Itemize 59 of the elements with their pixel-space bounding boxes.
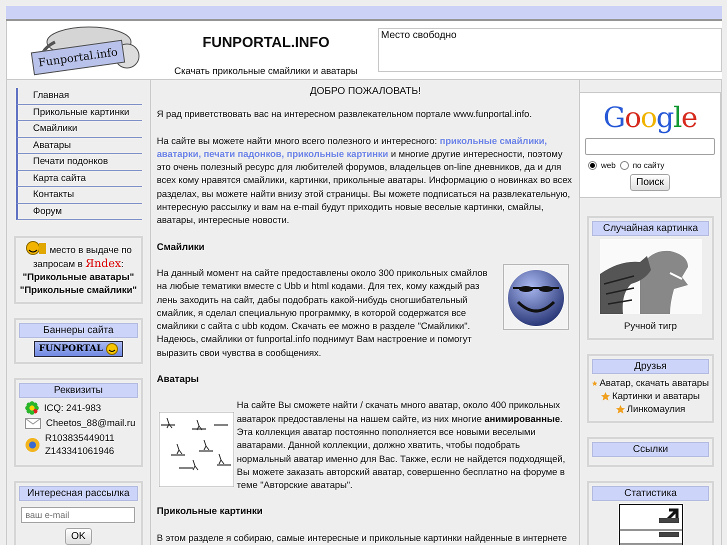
search-button[interactable]: Поиск <box>630 174 670 191</box>
nav-link[interactable]: Аватары <box>16 138 142 154</box>
friend-link[interactable]: Картинки и аватары <box>592 390 709 403</box>
envelope-icon <box>25 418 41 429</box>
flower-icon <box>25 401 39 415</box>
search-engine-logo: Яndex <box>85 257 122 270</box>
box-title: Ссылки <box>592 442 709 457</box>
smiley-icon <box>106 343 118 355</box>
picture-caption: Ручной тигр <box>623 320 678 333</box>
section-title: Смайлики <box>156 240 206 254</box>
colon: : <box>121 259 124 270</box>
site-banner[interactable]: FUNPORTAL <box>34 341 123 357</box>
nav-link[interactable]: Контакты <box>16 187 142 204</box>
query-text: "Прикольные аватары" <box>22 271 136 284</box>
query-text: "Прикольные смайлики" <box>19 284 138 297</box>
site-subtitle: Скачать прикольные смайлики и аватары <box>174 66 358 77</box>
intro-text: Я рад приветствовать вас на интересном развлекательном портале www.funportal.info. <box>156 108 533 122</box>
trophy-icon <box>24 241 47 255</box>
contact-text: Cheetos_88@mail.ru <box>46 417 136 430</box>
nav-link[interactable]: Смайлики <box>16 121 142 138</box>
section-text: На сайте Вы сможете найти / скачать много аватар, около 400 прикольных аватарок предоставлены на нашем сайте, из них многие анимированные. Эта коллекция аватар постоянно пополняется все новыми веселыми аватарами. Данной коллекции, должно хватить, чтобы подобрать нормальный аватар именно для Вас. Также, если не найдется подходящей, Вы можете заказать авторский аватар, совершенно бесплатно на форуме в теме "Авторские аватары". <box>236 399 566 492</box>
nav-link[interactable]: Карта сайта <box>16 170 142 187</box>
section-text: В этом разделе я собираю, самые интересные и прикольные картинки найденные в интернете <box>156 532 568 545</box>
section-title: Прикольные картинки <box>156 505 264 519</box>
ad-space: Место свободно <box>378 28 722 72</box>
star-icon <box>592 379 598 388</box>
radio-label: по сайту <box>632 161 664 170</box>
site-title: FUNPORTAL.INFO <box>202 35 330 51</box>
box-title: Друзья <box>592 359 709 374</box>
smiley-icon <box>503 264 569 330</box>
box-title: Интересная рассылка <box>19 486 138 501</box>
page-heading: ДОБРО ПОЖАЛОВАТЬ! <box>308 85 422 98</box>
box-title: Случайная картинка <box>592 221 709 236</box>
about-paragraph: На сайте вы можете найти много всего полезного и интересного: прикольные смайлики, аватарки, печати падонков, прикольные картинки и многие другие интересности, поэтому это очень полезный ресурс для любителей форумов, владельцев on-line дневников, да и для всех кому нравятся смайлики, картинки, прикольные аватары. Информацию о новинках во всех разделах, вы можете найти внизу этой страницы. Вы можете подписаться на развлекательную, интересную рассылку и вам на e-mail будут приходить новые веселые картинки, смайлы, аватары, интересные новости. <box>156 134 573 228</box>
box-title: Баннеры сайта <box>19 323 138 338</box>
ok-button[interactable]: OK <box>65 528 92 545</box>
section-title: Аватары <box>156 373 200 386</box>
star-icon <box>616 405 625 414</box>
star-icon <box>601 392 610 401</box>
friend-link[interactable]: Линкомаулия <box>592 403 709 416</box>
contact-text: Z143341061946 <box>45 445 115 458</box>
email-field[interactable]: ваш e-mail <box>21 507 136 523</box>
nav-link[interactable]: Главная <box>16 88 142 104</box>
contact-text: ICQ: 241-983 <box>44 402 102 414</box>
radio-button[interactable] <box>620 161 629 170</box>
nav-link[interactable]: Прикольные картинки <box>16 104 142 121</box>
nav-link[interactable]: Форум <box>16 204 142 220</box>
rating-text: место в выдаче по запросам в Яndex: <box>19 241 138 271</box>
box-title: Реквизиты <box>19 383 138 398</box>
section-text: На данный момент на сайте предоставлены около 300 прикольных смайлов на любые тематики вместе с Ubb и html кодами. Для тех, кому каждый раз лень заходить на сайт, дабы подобрать какой-нибудь сногшибательный смайлик, я сделал специальную программку, в которой содержатся все смайлики с сайта с ubb кодом. Скачать ее можно в разделе "Смайлики". Надеюсь, смайлики от funportal.info поднимут Вам настроение и помогут выразить свои чувства в сообщениях. <box>156 266 488 360</box>
google-logo: Google <box>602 101 698 134</box>
radio-label: web <box>601 161 616 170</box>
friend-link[interactable]: Аватар, скачать аватары <box>592 377 709 390</box>
radio-button[interactable] <box>588 161 597 170</box>
coin-icon <box>25 437 40 453</box>
search-field[interactable] <box>585 138 715 155</box>
box-title: Статистика <box>592 486 709 501</box>
nav-link[interactable]: Печати подонков <box>16 154 142 170</box>
contact-text: R103835449011 <box>45 432 115 445</box>
